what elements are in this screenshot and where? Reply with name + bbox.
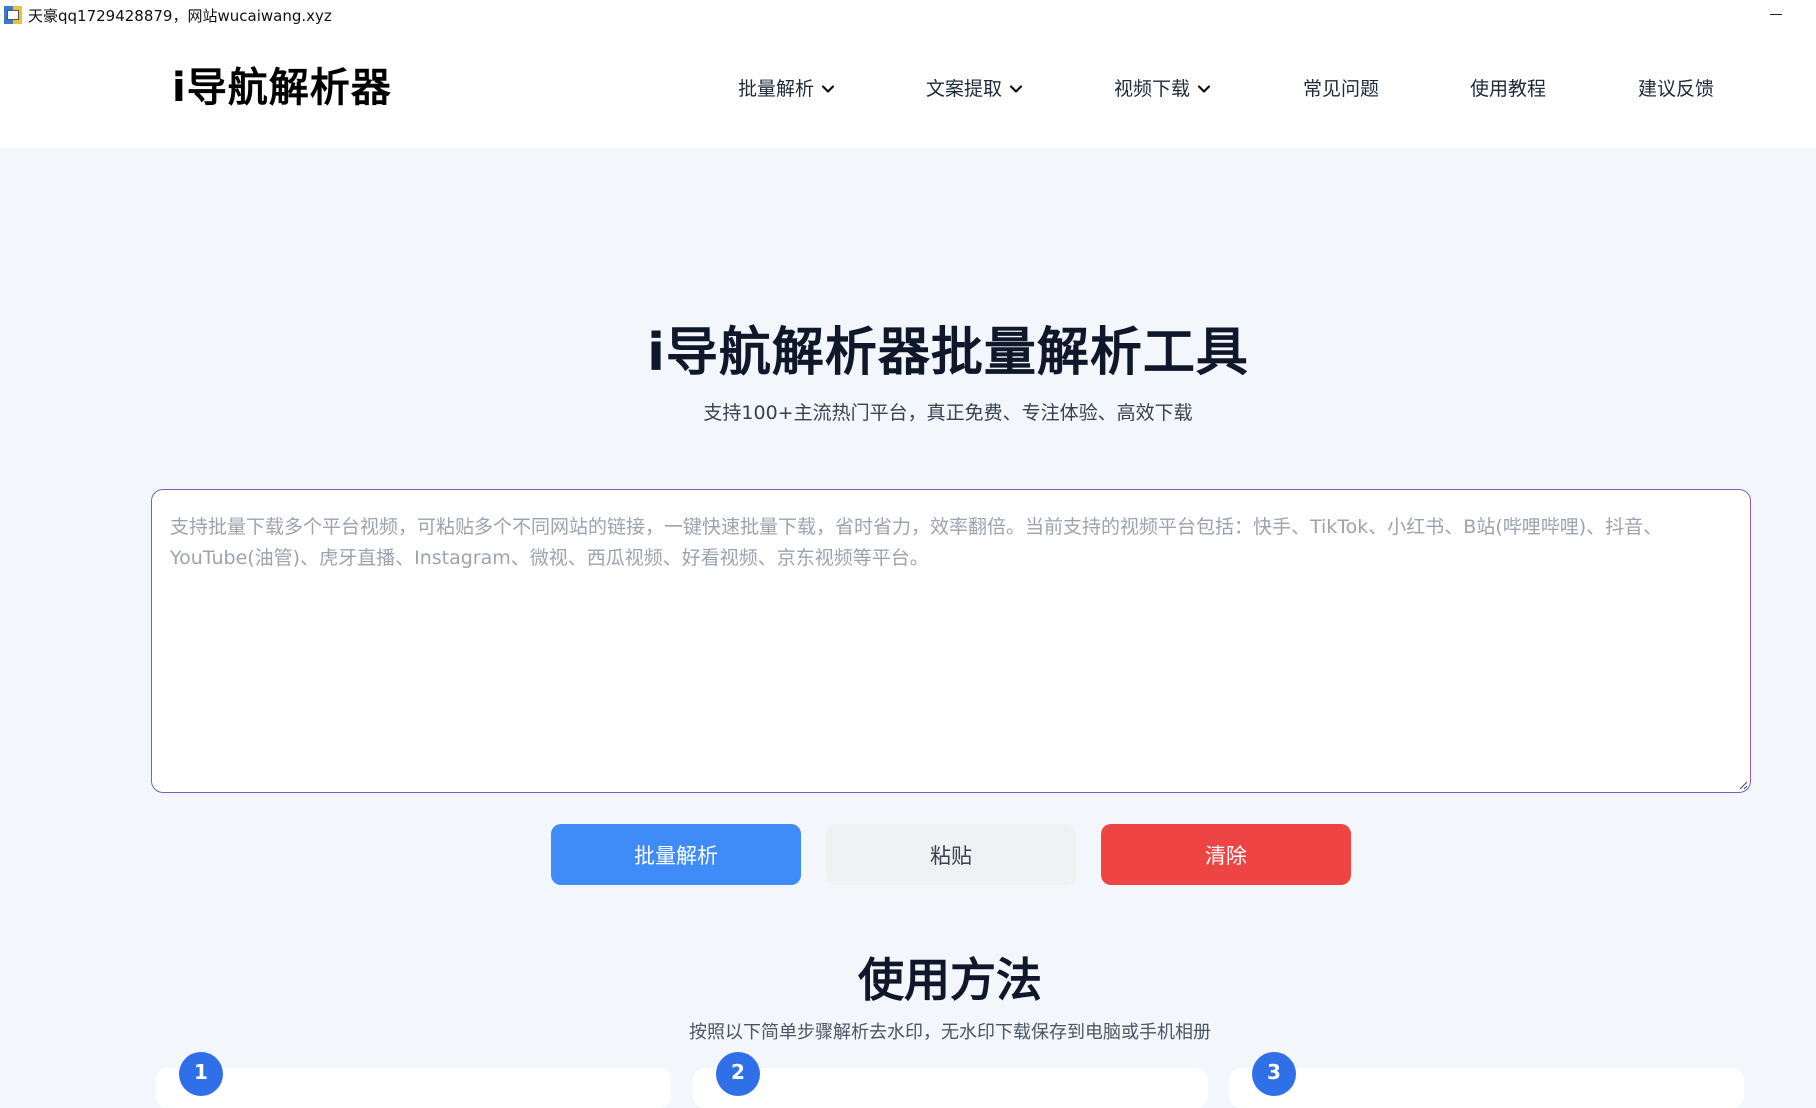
step-card: [693, 1068, 1208, 1108]
step-number-badge: 2: [716, 1052, 760, 1096]
nav-item-video-download[interactable]: 视频下载: [1114, 74, 1212, 104]
nav-item-copy-extract[interactable]: 文案提取: [926, 74, 1024, 104]
nav-item-label: 使用教程: [1470, 78, 1547, 100]
step-number-badge: 3: [1252, 1052, 1296, 1096]
paste-button[interactable]: 粘贴: [826, 824, 1076, 885]
step-card: [1229, 1068, 1744, 1108]
nav-item-label: 建议反馈: [1638, 78, 1715, 100]
nav-item-tutorial[interactable]: 使用教程: [1470, 74, 1546, 104]
page-subtitle: 支持100+主流热门平台，真正免费、专注体验、高效下载: [703, 402, 1193, 424]
site-header: i导航解析器 批量解析 文案提取 视频下载 常见问题 使用教程 建议反馈: [0, 30, 1816, 148]
window-title: 天豪qq1729428879，网站wucaiwang.xyz: [28, 6, 332, 25]
nav-item-label: 视频下载: [1114, 78, 1191, 100]
batch-parse-button[interactable]: 批量解析: [551, 824, 801, 885]
nav-item-feedback[interactable]: 建议反馈: [1638, 74, 1714, 104]
chevron-down-icon: [821, 85, 835, 93]
step-card: [156, 1068, 671, 1108]
howto-subtitle: 按照以下简单步骤解析去水印，无水印下载保存到电脑或手机相册: [689, 1022, 1211, 1043]
nav-item-batch-parse[interactable]: 批量解析: [738, 74, 836, 104]
window-titlebar: 天豪qq1729428879，网站wucaiwang.xyz: [0, 0, 1816, 30]
minimize-icon[interactable]: [1766, 4, 1786, 24]
nav-item-label: 批量解析: [738, 78, 815, 100]
chevron-down-icon: [1009, 85, 1023, 93]
page-title: i导航解析器批量解析工具: [647, 323, 1249, 383]
clear-button[interactable]: 清除: [1101, 824, 1351, 885]
resize-grip-icon[interactable]: [1738, 780, 1748, 790]
nav-item-label: 文案提取: [926, 78, 1003, 100]
site-logo[interactable]: i导航解析器: [172, 60, 392, 116]
app-icon: [4, 6, 22, 24]
step-number-badge: 1: [179, 1052, 223, 1096]
nav-item-label: 常见问题: [1303, 78, 1380, 100]
howto-title: 使用方法: [858, 953, 1042, 1007]
chevron-down-icon: [1197, 85, 1211, 93]
links-input[interactable]: [151, 489, 1751, 793]
nav-item-faq[interactable]: 常见问题: [1303, 74, 1379, 104]
